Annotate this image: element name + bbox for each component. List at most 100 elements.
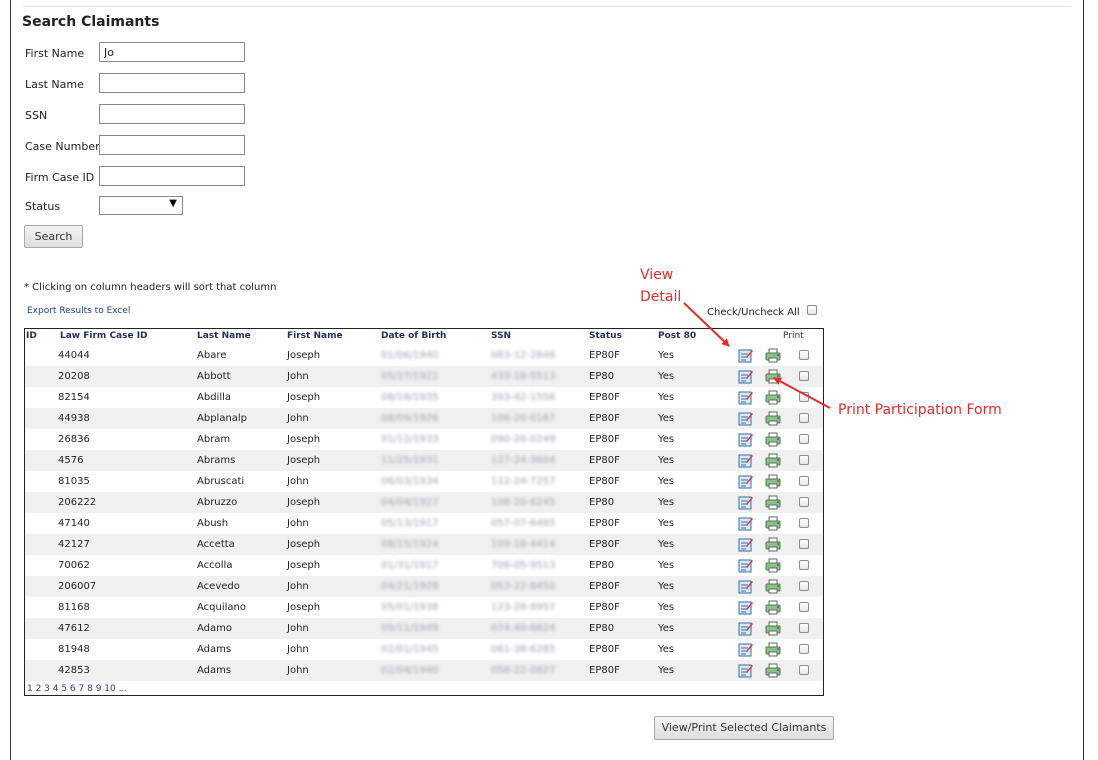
cell-last-name: Acevedo [197,581,240,592]
col-id[interactable]: ID [26,331,37,341]
col-ssn[interactable]: SSN [491,331,511,341]
search-button[interactable]: Search [24,225,83,248]
cell-status: EP80F [589,539,620,550]
print-icon[interactable] [765,348,781,363]
view-detail-icon[interactable] [738,621,754,636]
firm-case-id-input[interactable] [99,166,245,186]
cell-last-name: Accolla [197,560,233,571]
col-post80[interactable]: Post 80 [658,331,696,341]
view-detail-icon[interactable] [738,495,754,510]
first-name-input[interactable] [99,42,245,62]
col-status[interactable]: Status [589,331,622,341]
cell-last-name: Abush [197,518,229,529]
view-detail-icon[interactable] [738,411,754,426]
view-detail-icon[interactable] [738,663,754,678]
cell-firm-case-id: 70062 [58,560,90,571]
view-detail-icon[interactable] [738,432,754,447]
view-detail-icon[interactable] [738,369,754,384]
annotation-print-form: Print Participation Form [838,402,1002,418]
view-detail-icon[interactable] [738,537,754,552]
row-print-checkbox[interactable] [799,497,809,507]
cell-dob: 05/01/1938 [381,602,439,613]
row-print-checkbox[interactable] [799,602,809,612]
row-print-checkbox[interactable] [799,392,809,402]
row-print-checkbox[interactable] [799,644,809,654]
ssn-input[interactable] [99,104,245,124]
cell-dob: 01/12/1933 [381,434,439,445]
print-icon[interactable] [765,411,781,426]
print-icon[interactable] [765,495,781,510]
cell-post80: Yes [658,539,675,550]
print-icon[interactable] [765,579,781,594]
cell-dob: 11/25/1931 [381,455,439,466]
print-icon[interactable] [765,537,781,552]
print-icon[interactable] [765,642,781,657]
view-detail-icon[interactable] [738,558,754,573]
cell-status: EP80F [589,350,620,361]
table-row: 42853 Adams John 02/04/1940 058-22-0827 EP80F… [25,660,823,681]
view-detail-icon[interactable] [738,390,754,405]
case-number-input[interactable] [99,135,245,155]
row-print-checkbox[interactable] [799,518,809,528]
view-detail-icon[interactable] [738,516,754,531]
print-icon[interactable] [765,432,781,447]
view-detail-icon[interactable] [738,474,754,489]
col-first-name[interactable]: First Name [287,331,343,341]
status-select[interactable]: ▼ [99,196,183,215]
row-print-checkbox[interactable] [799,560,809,570]
cell-dob: 04/04/1927 [381,497,439,508]
print-icon[interactable] [765,390,781,405]
check-all-checkbox[interactable] [807,305,817,315]
cell-ssn: 053-22-8450 [491,581,556,592]
print-icon[interactable] [765,474,781,489]
cell-first-name: Joseph [287,497,321,508]
col-last-name[interactable]: Last Name [197,331,251,341]
view-detail-icon[interactable] [738,453,754,468]
print-icon[interactable] [765,516,781,531]
row-print-checkbox[interactable] [799,581,809,591]
cell-first-name: John [287,476,309,487]
cell-last-name: Abdilla [197,392,231,403]
row-print-checkbox[interactable] [799,539,809,549]
cell-firm-case-id: 82154 [58,392,90,403]
print-icon[interactable] [765,558,781,573]
table-row: 20208 Abbott John 05/27/1922 433-18-5513 EP80… [25,366,823,387]
col-dob[interactable]: Date of Birth [381,331,446,341]
cell-firm-case-id: 81168 [58,602,90,613]
row-print-checkbox[interactable] [799,665,809,675]
print-icon[interactable] [765,600,781,615]
cell-ssn: 123-28-8957 [491,602,556,613]
row-print-checkbox[interactable] [799,455,809,465]
row-print-checkbox[interactable] [799,623,809,633]
table-row: 47140 Abush John 05/13/1917 057-07-6485 EP80F… [25,513,823,534]
view-detail-icon[interactable] [738,600,754,615]
cell-first-name: John [287,644,309,655]
cell-firm-case-id: 20208 [58,371,90,382]
cell-status: EP80F [589,665,620,676]
col-firm-case-id[interactable]: Law Firm Case ID [60,331,148,341]
cell-status: EP80F [589,455,620,466]
table-row: 26836 Abram Joseph 01/12/1933 090-26-0249 EP8… [25,429,823,450]
view-print-selected-button[interactable]: View/Print Selected Claimants [654,716,834,740]
export-excel-link[interactable]: Export Results to Excel [27,306,130,316]
row-print-checkbox[interactable] [799,434,809,444]
pagination[interactable]: 1 2 3 4 5 6 7 8 9 10 ... [27,684,127,694]
row-print-checkbox[interactable] [799,350,809,360]
print-icon[interactable] [765,369,781,384]
cell-post80: Yes [658,434,675,445]
view-detail-icon[interactable] [738,348,754,363]
row-print-checkbox[interactable] [799,413,809,423]
cell-first-name: John [287,665,309,676]
print-icon[interactable] [765,663,781,678]
row-print-checkbox[interactable] [799,476,809,486]
cell-last-name: Adamo [197,623,232,634]
view-detail-icon[interactable] [738,579,754,594]
view-detail-icon[interactable] [738,642,754,657]
cell-last-name: Abruzzo [197,497,238,508]
cell-last-name: Acquilano [197,602,246,613]
print-icon[interactable] [765,453,781,468]
cell-ssn: 706-05-9513 [491,560,556,571]
row-print-checkbox[interactable] [799,371,809,381]
print-icon[interactable] [765,621,781,636]
last-name-input[interactable] [99,73,245,93]
